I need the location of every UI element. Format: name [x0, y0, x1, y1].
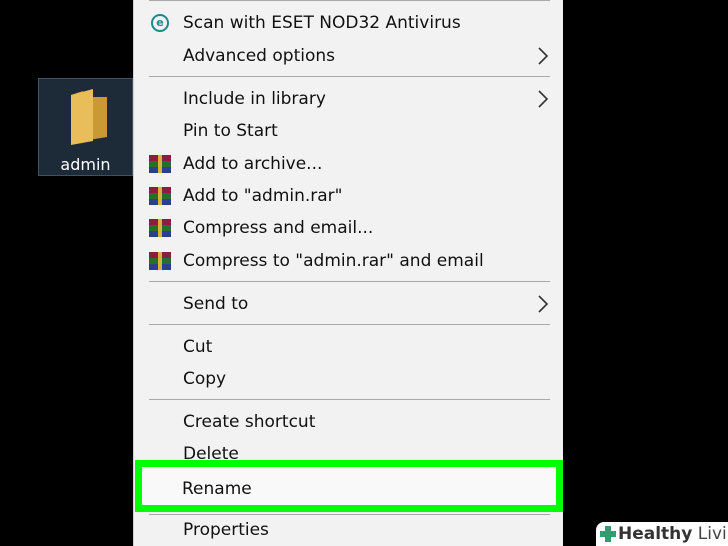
- menu-separator: [149, 324, 550, 325]
- menu-item-pin-to-start[interactable]: Pin to Start: [134, 115, 563, 147]
- folder-label: admin: [60, 155, 111, 174]
- desktop-folder-admin[interactable]: admin: [38, 78, 133, 176]
- menu-item-create-shortcut[interactable]: Create shortcut: [134, 406, 563, 438]
- menu-item-compress-and-email[interactable]: Compress and email...: [134, 212, 563, 244]
- medical-cross-icon: [600, 526, 616, 542]
- chevron-right-icon: [538, 295, 549, 313]
- chevron-right-icon: [538, 47, 549, 65]
- chevron-right-icon: [538, 90, 549, 108]
- menu-item-add-to-archive[interactable]: Add to archive...: [134, 148, 563, 180]
- menu-item-properties[interactable]: Properties: [134, 514, 563, 546]
- menu-item-advanced-options[interactable]: Advanced options: [134, 40, 563, 72]
- winrar-icon: [149, 219, 171, 237]
- folder-icon: [71, 89, 107, 145]
- watermark-text: Healthy Living: [618, 524, 728, 544]
- menu-separator: [149, 0, 550, 1]
- winrar-icon: [149, 155, 171, 173]
- menu-item-compress-to-admin-rar-and-email[interactable]: Compress to "admin.rar" and email: [134, 245, 563, 277]
- winrar-icon: [149, 187, 171, 205]
- watermark-badge: Healthy Living: [596, 522, 728, 546]
- eset-icon: e: [148, 13, 172, 33]
- menu-item-scan-eset[interactable]: e Scan with ESET NOD32 Antivirus: [134, 7, 563, 39]
- menu-item-include-in-library[interactable]: Include in library: [134, 83, 563, 115]
- menu-item-copy[interactable]: Copy: [134, 363, 563, 395]
- menu-separator: [149, 399, 550, 400]
- menu-item-rename[interactable]: Rename: [135, 460, 563, 512]
- menu-item-cut[interactable]: Cut: [134, 331, 563, 363]
- menu-separator: [149, 76, 550, 77]
- winrar-icon: [149, 252, 171, 270]
- menu-item-send-to[interactable]: Send to: [134, 288, 563, 320]
- menu-separator: [149, 281, 550, 282]
- menu-item-add-to-admin-rar[interactable]: Add to "admin.rar": [134, 180, 563, 212]
